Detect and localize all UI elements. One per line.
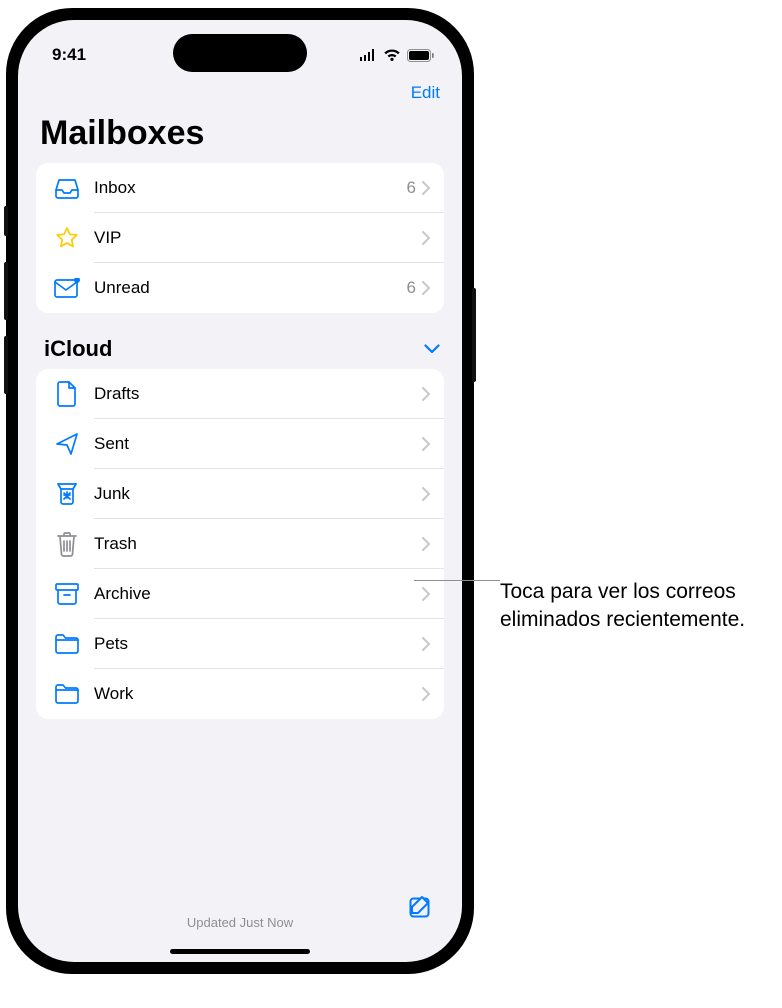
trash-icon	[52, 529, 82, 559]
mailbox-label: Drafts	[94, 384, 422, 404]
compose-button[interactable]	[408, 894, 434, 920]
unread-icon	[52, 273, 82, 303]
mailbox-label: VIP	[94, 228, 422, 248]
folder-row-junk[interactable]: Junk	[36, 469, 444, 519]
chevron-right-icon	[422, 181, 430, 195]
mailbox-label: Pets	[94, 634, 422, 654]
mailbox-row-unread[interactable]: Unread 6	[36, 263, 444, 313]
mailbox-label: Junk	[94, 484, 422, 504]
archive-icon	[52, 579, 82, 609]
chevron-right-icon	[422, 487, 430, 501]
side-button	[472, 288, 476, 382]
folder-icon	[52, 679, 82, 709]
count-badge: 6	[407, 178, 416, 198]
section-label: iCloud	[44, 336, 112, 362]
page-title: Mailboxes	[18, 112, 462, 163]
mailbox-row-vip[interactable]: VIP	[36, 213, 444, 263]
mute-switch	[4, 206, 8, 236]
folder-row-trash[interactable]: Trash	[36, 519, 444, 569]
chevron-down-icon	[424, 344, 440, 354]
compose-icon	[408, 894, 434, 920]
sent-icon	[52, 429, 82, 459]
sync-status: Updated Just Now	[187, 915, 293, 930]
chevron-right-icon	[422, 231, 430, 245]
mailbox-label: Inbox	[94, 178, 407, 198]
status-icons	[359, 49, 434, 62]
chevron-right-icon	[422, 587, 430, 601]
wifi-icon	[383, 49, 401, 61]
screen: 9:41 Edit Mailboxes Inbox 6 VIP Unread 6	[18, 20, 462, 962]
nav-bar: Edit	[18, 70, 462, 112]
junk-icon	[52, 479, 82, 509]
mailbox-label: Trash	[94, 534, 422, 554]
inbox-icon	[52, 173, 82, 203]
mailbox-label: Sent	[94, 434, 422, 454]
cellular-icon	[359, 49, 377, 61]
mailbox-label: Work	[94, 684, 422, 704]
callout-leader	[414, 580, 500, 581]
callout-text: Toca para ver los correos eliminados rec…	[500, 578, 760, 635]
draft-icon	[52, 379, 82, 409]
battery-icon	[407, 49, 434, 62]
vol-up	[4, 262, 8, 320]
chevron-right-icon	[422, 687, 430, 701]
folder-row-work[interactable]: Work	[36, 669, 444, 719]
status-time: 9:41	[52, 45, 86, 65]
star-icon	[52, 223, 82, 253]
chevron-right-icon	[422, 437, 430, 451]
chevron-right-icon	[422, 281, 430, 295]
folder-row-archive[interactable]: Archive	[36, 569, 444, 619]
folder-icon	[52, 629, 82, 659]
edit-button[interactable]: Edit	[411, 83, 440, 103]
chevron-right-icon	[422, 537, 430, 551]
home-indicator	[170, 949, 310, 954]
folder-row-sent[interactable]: Sent	[36, 419, 444, 469]
smart-mailboxes-group: Inbox 6 VIP Unread 6	[36, 163, 444, 313]
folder-row-drafts[interactable]: Drafts	[36, 369, 444, 419]
count-badge: 6	[407, 278, 416, 298]
chevron-right-icon	[422, 387, 430, 401]
mailbox-row-inbox[interactable]: Inbox 6	[36, 163, 444, 213]
mailbox-label: Archive	[94, 584, 422, 604]
phone-frame: 9:41 Edit Mailboxes Inbox 6 VIP Unread 6	[6, 8, 474, 974]
icloud-folders-group: Drafts Sent Junk Trash Archive Pets Wo	[36, 369, 444, 719]
mailbox-label: Unread	[94, 278, 407, 298]
vol-down	[4, 336, 8, 394]
dynamic-island	[173, 34, 307, 72]
chevron-right-icon	[422, 637, 430, 651]
folder-row-pets[interactable]: Pets	[36, 619, 444, 669]
icloud-section-header[interactable]: iCloud	[44, 335, 440, 363]
